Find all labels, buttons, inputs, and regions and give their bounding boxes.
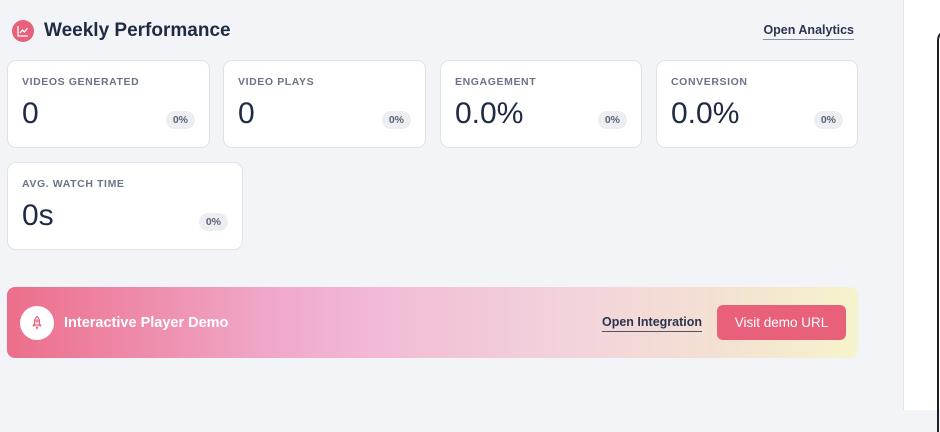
page-title: Weekly Performance [44,20,231,41]
metric-change-badge: 0% [381,111,411,129]
open-analytics-link[interactable]: Open Analytics [763,23,854,40]
section-header: Weekly Performance Open Analytics [12,18,854,44]
metric-change-badge: 0% [813,111,843,129]
metric-label: ENGAGEMENT [455,76,537,88]
metric-label: CONVERSION [671,76,748,88]
metric-card-conversion: CONVERSION 0.0% 0% [656,60,858,148]
metric-card-videos-generated: VIDEOS GENERATED 0 0% [7,60,210,148]
metric-change-badge: 0% [198,213,228,231]
banner-title: Interactive Player Demo [64,315,229,331]
metric-value: 0.0% [455,97,524,130]
metric-card-avg-watch-time: AVG. WATCH TIME 0s 0% [7,162,243,250]
metric-label: VIDEOS GENERATED [22,76,140,88]
metric-value: 0 [22,97,39,130]
metric-label: AVG. WATCH TIME [22,178,125,190]
visit-demo-url-button[interactable]: Visit demo URL [717,305,846,340]
metric-label: VIDEO PLAYS [238,76,315,88]
metric-card-engagement: ENGAGEMENT 0.0% 0% [440,60,642,148]
rocket-icon [20,306,54,340]
side-panel [903,0,940,432]
metric-value: 0 [238,97,255,130]
interactive-player-demo-banner: Interactive Player Demo Open Integration… [7,287,858,358]
metric-value: 0.0% [671,97,740,130]
metric-card-video-plays: VIDEO PLAYS 0 0% [223,60,426,148]
metric-change-badge: 0% [165,111,195,129]
metric-change-badge: 0% [597,111,627,129]
chart-icon [12,20,34,42]
metric-value: 0s [22,199,54,232]
open-integration-link[interactable]: Open Integration [602,315,702,332]
